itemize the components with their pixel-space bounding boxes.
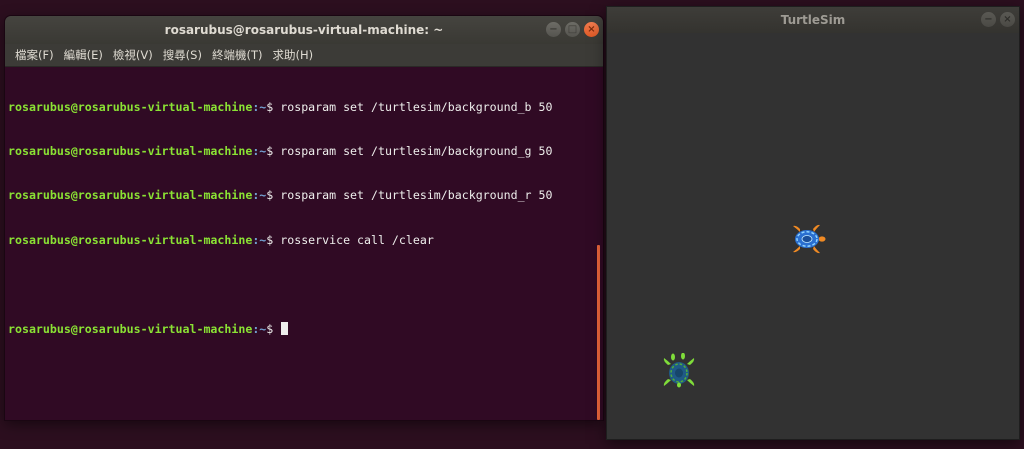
prompt-user: rosarubus@rosarubus-virtual-machine	[8, 188, 253, 203]
prompt-symbol: $	[266, 321, 281, 336]
prompt-user: rosarubus@rosarubus-virtual-machine	[8, 143, 253, 158]
menu-edit[interactable]: 編輯(E)	[59, 47, 108, 63]
close-button[interactable]: ×	[1000, 12, 1015, 27]
terminal-titlebar[interactable]: rosarubus@rosarubus-virtual-machine: ~ −…	[5, 16, 603, 44]
minimize-button[interactable]: −	[546, 22, 561, 37]
scroll-indicator[interactable]	[597, 245, 600, 420]
terminal-window-controls: − □ ×	[546, 22, 599, 37]
prompt-user: rosarubus@rosarubus-virtual-machine	[8, 321, 253, 336]
terminal-line: rosarubus@rosarubus-virtual-machine:~$ r…	[8, 100, 603, 115]
prompt-user: rosarubus@rosarubus-virtual-machine	[8, 99, 253, 114]
terminal-window[interactable]: rosarubus@rosarubus-virtual-machine: ~ −…	[5, 16, 603, 420]
prompt-path: :~	[252, 321, 267, 336]
prompt-symbol: $	[266, 232, 281, 247]
command-text: rosparam set /turtlesim/background_r 50	[280, 188, 553, 203]
terminal-line: rosarubus@rosarubus-virtual-machine:~$ r…	[8, 233, 603, 248]
turtlesim-window[interactable]: TurtleSim − ×	[606, 6, 1020, 440]
command-text: rosparam set /turtlesim/background_g 50	[280, 143, 553, 158]
minimize-button[interactable]: −	[981, 12, 996, 27]
menu-terminal[interactable]: 終端機(T)	[207, 47, 268, 63]
turtlesim-canvas[interactable]	[607, 33, 1019, 439]
prompt-path: :~	[252, 143, 267, 158]
menu-view[interactable]: 檢視(V)	[108, 47, 158, 63]
close-button[interactable]: ×	[584, 22, 599, 37]
terminal-output[interactable]: rosarubus@rosarubus-virtual-machine:~$ r…	[5, 67, 603, 366]
turtle-green-icon	[663, 353, 695, 388]
turtle-blue-icon	[793, 224, 826, 254]
command-text: rosservice call /clear	[280, 232, 434, 247]
terminal-menubar: 檔案(F) 編輯(E) 檢視(V) 搜尋(S) 終端機(T) 求助(H)	[5, 44, 603, 67]
turtlesim-title: TurtleSim	[780, 13, 846, 27]
prompt-user: rosarubus@rosarubus-virtual-machine	[8, 232, 253, 247]
prompt-symbol: $	[266, 99, 281, 114]
terminal-line: rosarubus@rosarubus-virtual-machine:~$ r…	[8, 188, 603, 203]
command-text: rosparam set /turtlesim/background_b 50	[280, 99, 553, 114]
prompt-path: :~	[252, 232, 267, 247]
terminal-line: rosarubus@rosarubus-virtual-machine:~$ r…	[8, 144, 603, 159]
terminal-line-active: rosarubus@rosarubus-virtual-machine:~$	[8, 321, 603, 337]
maximize-button[interactable]: □	[565, 22, 580, 37]
text-cursor	[281, 321, 289, 335]
terminal-title: rosarubus@rosarubus-virtual-machine: ~	[164, 23, 444, 37]
menu-help[interactable]: 求助(H)	[267, 47, 318, 63]
menu-search[interactable]: 搜尋(S)	[158, 47, 207, 63]
menu-file[interactable]: 檔案(F)	[10, 47, 59, 63]
prompt-symbol: $	[266, 188, 281, 203]
turtlesim-titlebar[interactable]: TurtleSim − ×	[607, 7, 1019, 33]
prompt-path: :~	[252, 99, 267, 114]
prompt-path: :~	[252, 188, 267, 203]
turtlesim-window-controls: − ×	[981, 12, 1015, 27]
prompt-symbol: $	[266, 143, 281, 158]
